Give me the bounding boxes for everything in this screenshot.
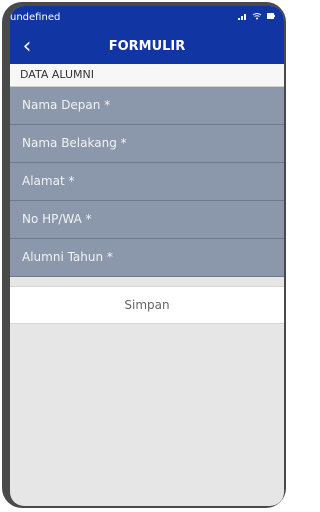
section-title: DATA ALUMNI [20, 68, 94, 81]
form-fields: Nama Depan * Nama Belakang * Alamat * No… [10, 87, 284, 277]
alumni-year-field[interactable]: Alumni Tahun * [10, 239, 284, 277]
save-container: Simpan [10, 286, 284, 324]
first-name-field[interactable]: Nama Depan * [10, 87, 284, 125]
phone-frame: undefined ‹ FORMULIR DATA ALUMNI Nama De… [2, 2, 286, 508]
app-header: ‹ FORMULIR [10, 32, 284, 64]
last-name-field[interactable]: Nama Belakang * [10, 125, 284, 163]
first-name-placeholder: Nama Depan * [22, 98, 111, 112]
phone-field[interactable]: No HP/WA * [10, 201, 284, 239]
signal-icon [238, 12, 248, 23]
screen: undefined ‹ FORMULIR DATA ALUMNI Nama De… [10, 6, 284, 506]
wifi-icon [252, 12, 262, 23]
status-bar: undefined [10, 6, 284, 32]
battery-icon [266, 12, 276, 23]
top-bar: undefined ‹ FORMULIR [10, 6, 284, 64]
save-button[interactable]: Simpan [10, 287, 284, 323]
status-text: undefined [10, 12, 61, 23]
alumni-year-placeholder: Alumni Tahun * [22, 250, 113, 264]
last-name-placeholder: Nama Belakang * [22, 136, 127, 150]
status-icons [238, 12, 276, 23]
address-placeholder: Alamat * [22, 174, 75, 188]
phone-placeholder: No HP/WA * [22, 212, 92, 226]
page-title: FORMULIR [108, 39, 186, 54]
section-header: DATA ALUMNI [10, 64, 284, 87]
address-field[interactable]: Alamat * [10, 163, 284, 201]
